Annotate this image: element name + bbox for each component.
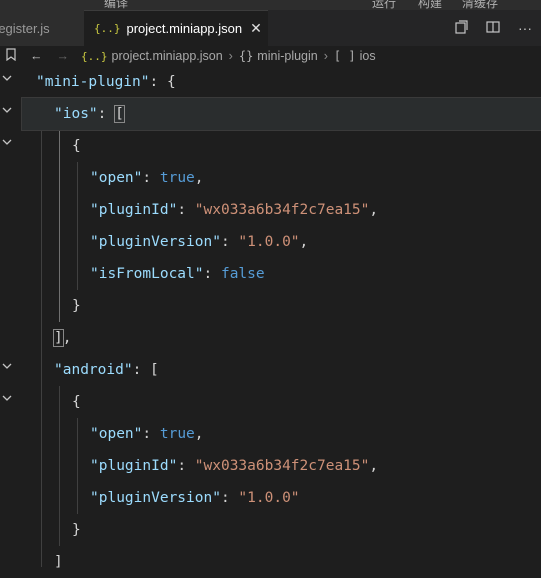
json-punctuation: : xyxy=(203,266,221,282)
tab-register-js[interactable]: register.js xyxy=(0,10,84,46)
chevron-right-icon: › xyxy=(323,49,328,63)
json-punctuation: , xyxy=(194,426,204,442)
code-line[interactable]: "pluginVersion": "1.0.0", xyxy=(22,226,541,258)
json-punctuation: [ xyxy=(114,105,125,123)
menu-bar: 编译 运行 构建 清缓存 xyxy=(0,0,541,10)
json-punctuation: : [ xyxy=(132,362,159,378)
json-punctuation: , xyxy=(299,234,309,250)
json-punctuation: : xyxy=(177,458,195,474)
json-key: "ios" xyxy=(54,106,98,122)
json-key: "pluginId" xyxy=(90,202,178,218)
json-punctuation: , xyxy=(369,202,379,218)
json-key: "mini-plugin" xyxy=(36,74,150,90)
code-line[interactable]: "ios": [ xyxy=(21,97,541,131)
code-line[interactable]: } xyxy=(22,514,541,546)
menu-item-clear-cache[interactable]: 清缓存 xyxy=(462,0,498,10)
json-literal: false xyxy=(220,266,265,282)
breadcrumb-file[interactable]: project.miniapp.json xyxy=(112,49,223,63)
json-punctuation: { xyxy=(72,394,81,410)
json-punctuation: : xyxy=(97,106,116,122)
json-key: "pluginVersion" xyxy=(90,234,221,250)
menu-item-run[interactable]: 运行 xyxy=(372,0,396,10)
editor-actions: ··· xyxy=(445,10,541,46)
json-punctuation: : xyxy=(177,202,195,218)
code-line[interactable]: { xyxy=(22,130,541,162)
json-punctuation: } xyxy=(72,522,81,538)
json-key: "android" xyxy=(54,362,133,378)
json-punctuation: , xyxy=(194,170,204,186)
split-editor-icon[interactable] xyxy=(477,19,509,38)
code-line[interactable]: "open": true, xyxy=(22,418,541,450)
code-line[interactable]: } xyxy=(22,290,541,322)
editor-gutter xyxy=(0,66,22,567)
json-literal: true xyxy=(159,426,195,442)
json-punctuation: { xyxy=(72,138,81,154)
json-string: "1.0.0" xyxy=(238,490,300,506)
json-punctuation: : xyxy=(142,426,160,442)
tab-bar: register.js {..} project.miniapp.json ✕ … xyxy=(0,10,541,46)
fold-chevron-icon[interactable] xyxy=(2,73,14,85)
json-key: "isFromLocal" xyxy=(90,266,204,282)
code-line[interactable]: "isFromLocal": false xyxy=(22,258,541,290)
json-punctuation: : xyxy=(142,170,160,186)
json-punctuation: , xyxy=(62,330,72,346)
close-icon[interactable]: ✕ xyxy=(250,20,262,37)
menu-item-build[interactable]: 构建 xyxy=(418,0,442,10)
code-line[interactable]: "pluginVersion": "1.0.0" xyxy=(22,482,541,514)
tab-project-miniapp-json[interactable]: {..} project.miniapp.json ✕ xyxy=(84,10,268,46)
code-line[interactable]: { xyxy=(22,386,541,418)
chevron-right-icon: › xyxy=(228,49,233,63)
json-punctuation: , xyxy=(369,458,379,474)
fold-chevron-icon[interactable] xyxy=(2,361,14,373)
json-punctuation: ] xyxy=(53,329,64,347)
bookmark-icon[interactable] xyxy=(6,48,16,64)
tab-label: project.miniapp.json xyxy=(126,21,243,36)
json-punctuation: ] xyxy=(54,554,63,570)
breadcrumb: ← → {..} project.miniapp.json › {} mini-… xyxy=(0,46,541,66)
code-line[interactable]: "pluginId": "wx033a6b34f2c7ea15", xyxy=(22,450,541,482)
fold-chevron-icon[interactable] xyxy=(2,137,14,149)
breadcrumb-array[interactable]: ios xyxy=(360,49,376,63)
code-line[interactable]: ], xyxy=(22,322,541,354)
fold-chevron-icon[interactable] xyxy=(2,105,14,117)
open-changes-icon[interactable] xyxy=(445,19,477,38)
back-arrow-icon[interactable]: ← xyxy=(30,49,43,63)
breadcrumb-object[interactable]: mini-plugin xyxy=(257,49,317,63)
code-line[interactable]: "pluginId": "wx033a6b34f2c7ea15", xyxy=(22,194,541,226)
code-line[interactable]: "mini-plugin": { xyxy=(22,66,541,98)
code-line[interactable]: ] xyxy=(22,546,541,578)
code-line[interactable]: "android": [ xyxy=(22,354,541,386)
object-symbol-icon: {} xyxy=(238,49,254,63)
json-literal: true xyxy=(159,170,195,186)
forward-arrow-icon[interactable]: → xyxy=(57,49,70,63)
array-symbol-icon: [ ] xyxy=(333,49,356,63)
json-punctuation: : xyxy=(220,490,239,506)
json-string: "wx033a6b34f2c7ea15" xyxy=(194,458,370,474)
json-file-icon: {..} xyxy=(94,22,121,35)
json-key: "pluginVersion" xyxy=(90,490,221,506)
json-string: "1.0.0" xyxy=(238,234,300,250)
json-key: "pluginId" xyxy=(90,458,178,474)
json-key: "open" xyxy=(90,170,143,186)
more-actions-icon[interactable]: ··· xyxy=(509,20,541,36)
json-file-icon: {..} xyxy=(81,49,108,63)
json-punctuation: : { xyxy=(149,74,176,90)
fold-chevron-icon[interactable] xyxy=(2,393,14,405)
json-string: "wx033a6b34f2c7ea15" xyxy=(194,202,370,218)
code-line[interactable]: "open": true, xyxy=(22,162,541,194)
menu-item-compile[interactable]: 编译 xyxy=(104,0,128,10)
code-editor[interactable]: "mini-plugin": {"ios": [{"open": true, "p… xyxy=(21,66,541,570)
json-key: "open" xyxy=(90,426,143,442)
tab-label: register.js xyxy=(0,20,50,36)
json-punctuation: } xyxy=(72,298,81,314)
json-punctuation: : xyxy=(220,234,239,250)
